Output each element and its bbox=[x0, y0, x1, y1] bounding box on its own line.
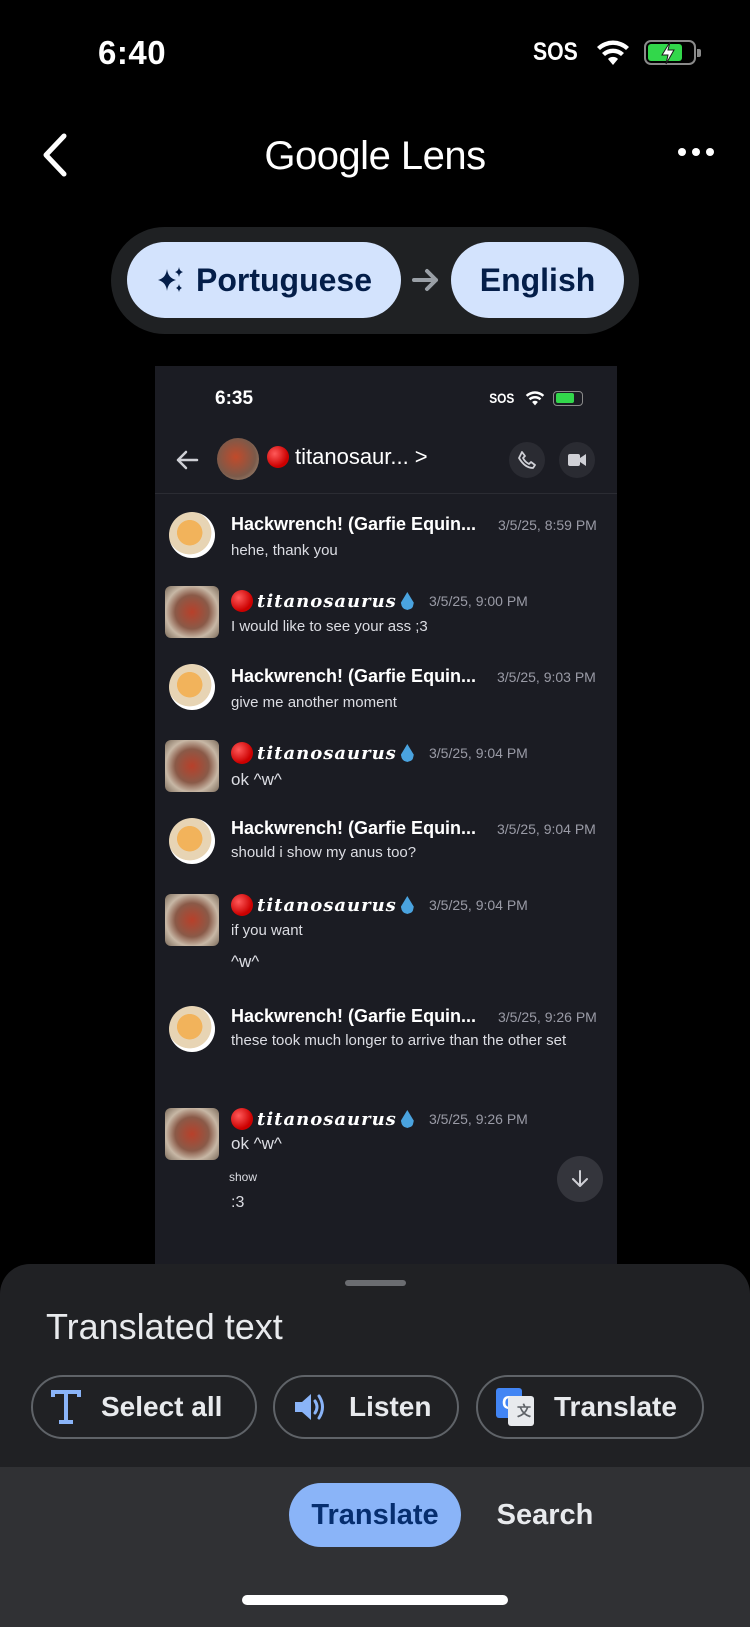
message-author: Hackwrench! (Garfie Equin... bbox=[231, 1006, 477, 1026]
message-text: :3 bbox=[231, 1194, 245, 1211]
red-circle-icon bbox=[267, 446, 289, 468]
message-author: titanosaurus bbox=[231, 590, 414, 612]
message-text: these took much longer to arrive than th… bbox=[231, 1032, 567, 1049]
more-options-button[interactable] bbox=[678, 140, 714, 164]
message-text: I would like to see your ass ;3 bbox=[231, 618, 428, 635]
carrier-label: SOS bbox=[533, 38, 579, 66]
message-text: give me another moment bbox=[231, 694, 397, 711]
user-avatar bbox=[169, 512, 215, 558]
embedded-status-time: 6:35 bbox=[215, 388, 254, 409]
message-text: ok ^w^ bbox=[231, 1134, 282, 1153]
target-language-button[interactable]: English bbox=[451, 242, 624, 318]
water-drop-icon bbox=[400, 896, 414, 914]
red-circle-icon bbox=[231, 590, 253, 612]
status-indicators: SOS bbox=[529, 38, 701, 67]
user-avatar bbox=[165, 586, 219, 638]
source-language-button[interactable]: Portuguese bbox=[127, 242, 401, 318]
message-timestamp: 3/5/25, 9:04 PM bbox=[429, 745, 528, 761]
sparkle-icon bbox=[157, 267, 183, 292]
battery-icon bbox=[644, 40, 701, 65]
translated-image[interactable]: 6:35 SOS titanosaur... > Hackwrench! (Ga… bbox=[155, 366, 617, 1266]
listen-button[interactable]: Listen bbox=[273, 1375, 459, 1439]
speaker-icon bbox=[295, 1394, 324, 1420]
water-drop-icon bbox=[400, 592, 414, 610]
red-circle-icon bbox=[231, 742, 253, 764]
home-indicator[interactable] bbox=[242, 1595, 508, 1605]
message-author: Hackwrench! (Garfie Equin... bbox=[231, 818, 477, 838]
water-drop-icon bbox=[400, 744, 414, 762]
message-author-text: titanosaurus bbox=[257, 590, 397, 612]
voice-call-icon bbox=[509, 442, 545, 478]
wifi-icon bbox=[597, 40, 629, 65]
video-call-icon bbox=[559, 442, 595, 478]
arrow-down-icon bbox=[572, 1170, 588, 1187]
channel-name: titanosaur... > bbox=[267, 444, 428, 470]
wifi-icon bbox=[525, 390, 545, 405]
message-author-text: titanosaurus bbox=[257, 742, 397, 764]
more-dot-icon bbox=[678, 148, 686, 156]
more-dot-icon bbox=[692, 148, 700, 156]
water-drop-icon bbox=[400, 1110, 414, 1128]
message-timestamp: 3/5/25, 9:26 PM bbox=[429, 1111, 528, 1127]
arrow-right-icon bbox=[412, 269, 438, 291]
message-timestamp: 3/5/25, 9:26 PM bbox=[498, 1009, 597, 1025]
red-circle-icon bbox=[231, 894, 253, 916]
user-avatar bbox=[169, 664, 215, 710]
listen-label: Listen bbox=[349, 1391, 432, 1422]
message-text: should i show my anus too? bbox=[231, 844, 417, 861]
message-text: show bbox=[229, 1170, 258, 1184]
user-avatar bbox=[169, 818, 215, 864]
status-time: 6:40 bbox=[98, 34, 167, 71]
message-author-text: titanosaurus bbox=[257, 894, 397, 916]
open-translate-label: Translate bbox=[554, 1391, 677, 1422]
message-text: hehe, thank you bbox=[231, 542, 338, 559]
scroll-down-button bbox=[557, 1156, 603, 1202]
text-t-icon bbox=[51, 1390, 81, 1424]
user-avatar bbox=[169, 1006, 215, 1052]
message-text: ^w^ bbox=[231, 952, 260, 971]
target-language-label: English bbox=[479, 261, 596, 298]
embedded-status-indicators: SOS bbox=[487, 390, 583, 406]
message-author: titanosaurus bbox=[231, 894, 414, 916]
user-avatar bbox=[165, 1108, 219, 1160]
select-all-button[interactable]: Select all bbox=[31, 1375, 257, 1439]
message-author: titanosaurus bbox=[231, 1108, 414, 1130]
mode-tab-bar: Translate Search bbox=[0, 1467, 750, 1627]
open-translate-button[interactable]: G 文 Translate bbox=[476, 1375, 704, 1439]
user-avatar bbox=[165, 894, 219, 946]
message-timestamp: 3/5/25, 9:04 PM bbox=[497, 821, 596, 837]
message-author-text: titanosaurus bbox=[257, 1108, 397, 1130]
message-author: Hackwrench! (Garfie Equin... bbox=[231, 666, 477, 686]
message-text: ok ^w^ bbox=[231, 770, 282, 789]
red-circle-icon bbox=[231, 1108, 253, 1130]
select-all-label: Select all bbox=[101, 1391, 223, 1422]
embedded-chat-header: titanosaur... > bbox=[155, 426, 617, 494]
language-selector: Portuguese English bbox=[111, 227, 639, 334]
more-dot-icon bbox=[706, 148, 714, 156]
google-translate-icon: G 文 bbox=[496, 1388, 534, 1426]
channel-name-text: titanosaur... bbox=[295, 444, 409, 469]
message-timestamp: 3/5/25, 9:03 PM bbox=[497, 669, 596, 685]
battery-icon bbox=[553, 390, 583, 406]
user-avatar bbox=[165, 740, 219, 792]
message-author: Hackwrench! (Garfie Equin... bbox=[231, 514, 477, 534]
message-author: titanosaurus bbox=[231, 742, 414, 764]
message-text: if you want bbox=[231, 922, 303, 939]
message-timestamp: 3/5/25, 9:00 PM bbox=[429, 593, 528, 609]
source-language-label: Portuguese bbox=[195, 261, 373, 298]
channel-chevron: > bbox=[414, 444, 428, 469]
sheet-title: Translated text bbox=[46, 1306, 283, 1347]
tab-translate[interactable]: Translate bbox=[289, 1483, 461, 1547]
tab-search[interactable]: Search bbox=[480, 1483, 610, 1547]
message-timestamp: 3/5/25, 8:59 PM bbox=[498, 517, 597, 533]
page-title: Google Lens bbox=[264, 134, 486, 178]
embedded-carrier-label: SOS bbox=[489, 390, 515, 406]
sheet-drag-handle[interactable] bbox=[345, 1280, 406, 1286]
message-timestamp: 3/5/25, 9:04 PM bbox=[429, 897, 528, 913]
channel-avatar bbox=[217, 438, 259, 480]
arrow-left-icon bbox=[176, 450, 199, 470]
